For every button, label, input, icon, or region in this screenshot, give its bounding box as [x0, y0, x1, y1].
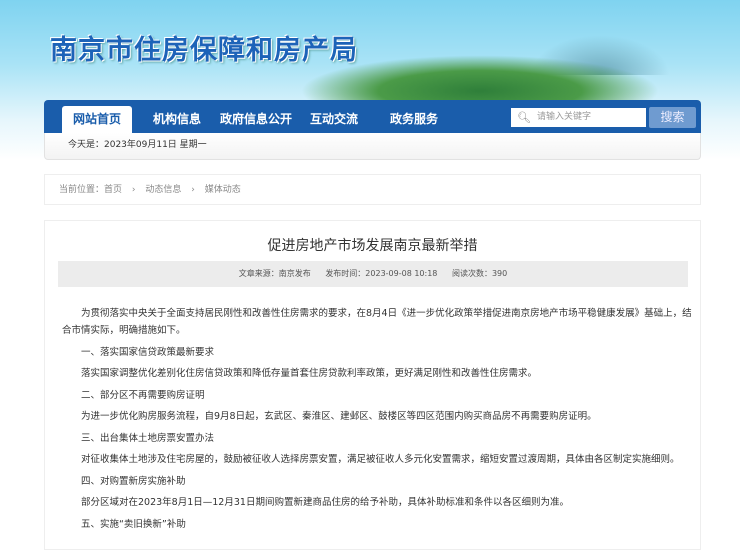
article-body: 为贯彻落实中央关于全面支持居民刚性和改善性住房需求的要求，在8月4日《进一步优化…: [62, 305, 692, 537]
article: 促进房地产市场发展南京最新举措 文章来源：南京发布 发布时间：2023-09-0…: [44, 220, 701, 550]
article-views: 阅读次数：390: [451, 269, 508, 278]
paragraph: 部分区域对在2023年8月1日—12月31日期间购置新建商品住房的给予补助，具体…: [81, 497, 569, 508]
breadcrumb-home[interactable]: 首页: [104, 185, 122, 195]
paragraph: 为进一步优化购房服务流程，自9月8日起，玄武区、秦淮区、建邺区、鼓楼区等四区范围…: [81, 411, 597, 422]
tab-home[interactable]: 网站首页: [62, 106, 132, 133]
tab-organization[interactable]: 机构信息: [153, 106, 201, 133]
search-icon: 🔍︎: [517, 111, 531, 124]
article-time: 发布时间：2023-09-08 10:18: [325, 269, 438, 278]
search-button[interactable]: 搜索: [649, 107, 696, 128]
section-heading: 四、对购置新房实施补助: [81, 475, 186, 487]
breadcrumb: 当前位置：首页 › 动态信息 › 媒体动态: [44, 174, 701, 205]
tab-gov-info[interactable]: 政府信息公开: [220, 106, 292, 133]
breadcrumb-media[interactable]: 媒体动态: [205, 185, 241, 195]
breadcrumb-prefix: 当前位置：: [59, 185, 105, 195]
paragraph: 落实国家调整优化差别化住房信贷政策和降低存量首套住房贷款利率政策，更好满足刚性和…: [81, 368, 538, 379]
section-heading: 五、实施“卖旧换新”补助: [81, 518, 186, 530]
section-heading: 二、部分区不再需要购房证明: [81, 389, 205, 401]
current-date: 今天是：2023年09月11日 星期一: [68, 140, 207, 150]
article-source: 文章来源：南京发布: [238, 269, 311, 278]
tab-interaction[interactable]: 互动交流: [310, 106, 358, 133]
paragraph: 对征收集体土地涉及住宅房屋的，鼓励被征收人选择房票安置，满足被征收人多元化安置需…: [81, 454, 680, 465]
article-meta: 文章来源：南京发布 发布时间：2023-09-08 10:18 阅读次数：390: [58, 261, 688, 287]
tab-services[interactable]: 政务服务: [390, 106, 438, 133]
breadcrumb-news[interactable]: 动态信息: [145, 185, 181, 195]
date-bar: 今天是：2023年09月11日 星期一: [44, 133, 701, 160]
search-input[interactable]: 🔍︎ 请输入关键字: [511, 108, 646, 127]
section-heading: 一、落实国家信贷政策最新要求: [81, 346, 215, 358]
paragraph: 为贯彻落实中央关于全面支持居民刚性和改善性住房需求的要求，在8月4日《进一步优化…: [62, 308, 692, 336]
section-heading: 三、出台集体土地房票安置办法: [81, 432, 215, 444]
main-nav: 网站首页 机构信息 政府信息公开 互动交流 政务服务 🔍︎ 请输入关键字 搜索: [44, 100, 701, 133]
breadcrumb-separator: ›: [191, 185, 195, 195]
site-title[interactable]: 南京市住房保障和房产局: [50, 28, 358, 67]
article-title: 促进房地产市场发展南京最新举措: [267, 238, 478, 254]
breadcrumb-separator: ›: [131, 185, 136, 195]
search-placeholder: 请输入关键字: [537, 112, 592, 122]
